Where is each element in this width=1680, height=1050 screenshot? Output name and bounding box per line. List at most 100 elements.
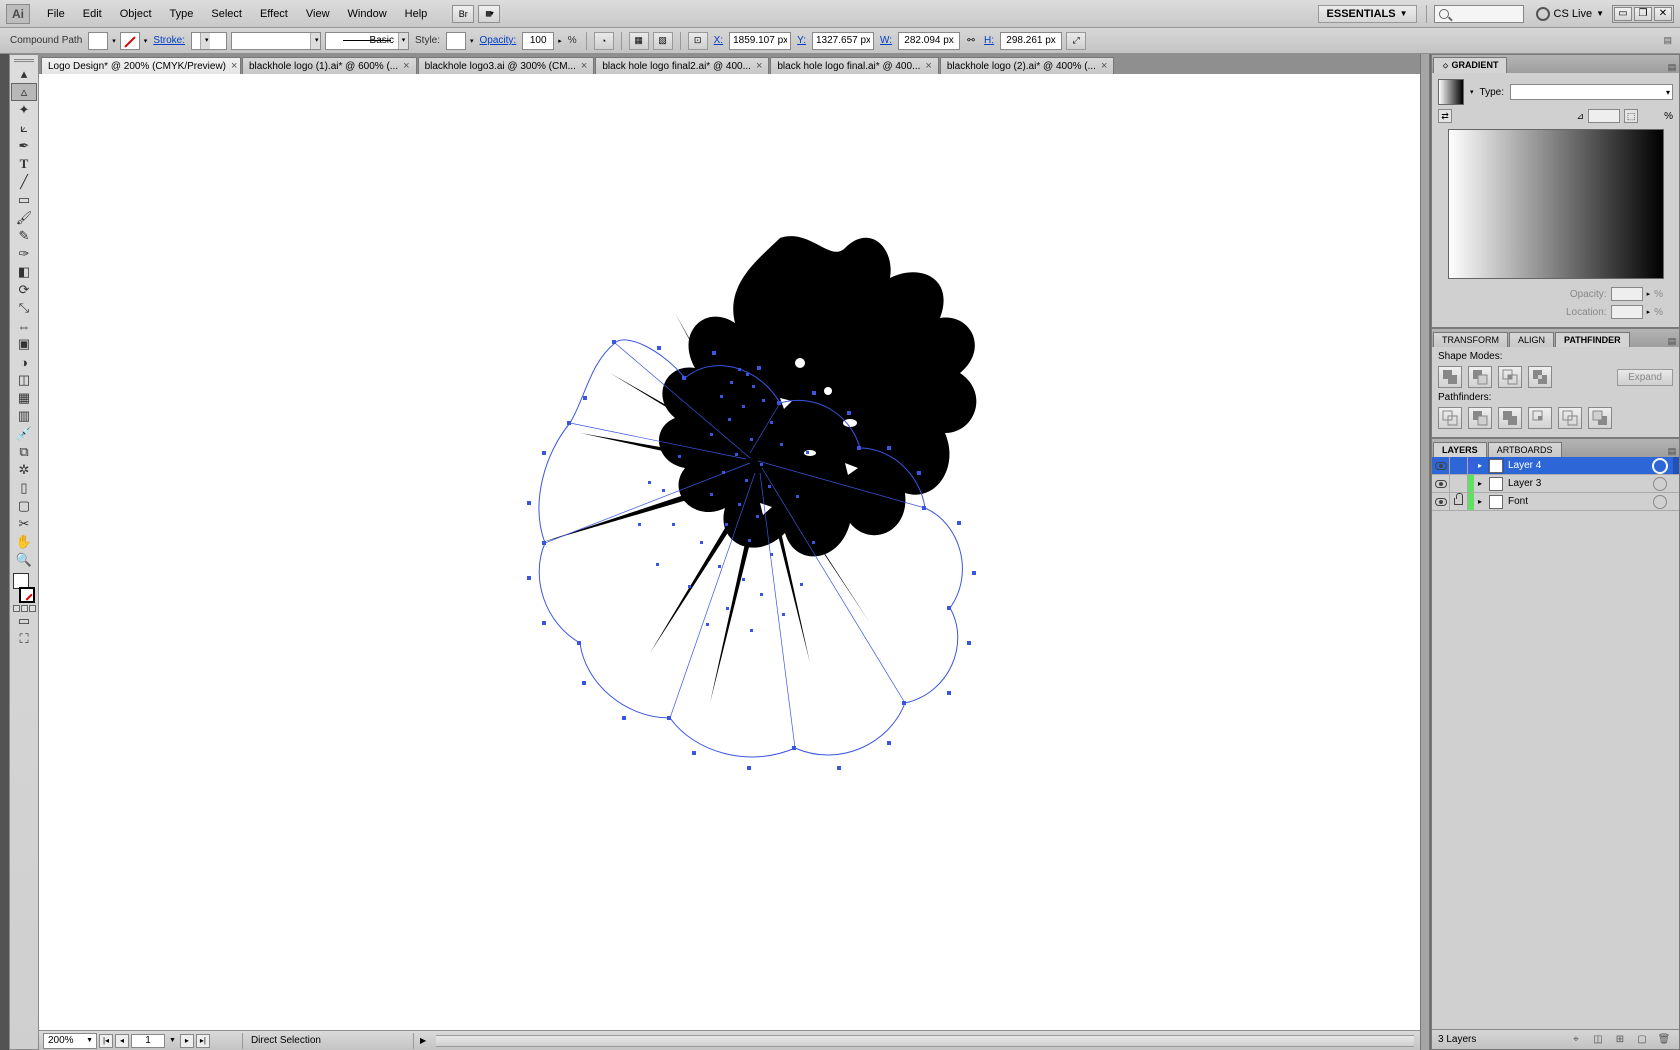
bridge-button[interactable]: Br <box>452 5 474 23</box>
opacity-input[interactable] <box>522 32 554 50</box>
gradient-angle-input[interactable] <box>1588 109 1620 123</box>
menu-window[interactable]: Window <box>339 4 396 24</box>
document-tab[interactable]: black hole logo final.ai* @ 400...× <box>770 57 938 74</box>
layer-row[interactable]: ▸ Layer 3 <box>1432 475 1679 493</box>
constrain-button[interactable]: ⤢ <box>1066 32 1086 50</box>
brush-definition[interactable]: Basic▾ <box>325 32 409 50</box>
w-input[interactable] <box>898 32 960 50</box>
tool-line[interactable]: ╱ <box>11 173 37 191</box>
layer-row[interactable]: ▸ Layer 4 <box>1432 457 1679 475</box>
draw-modes[interactable] <box>11 605 37 612</box>
frame-restore[interactable]: ❐ <box>1634 7 1652 21</box>
outline-button[interactable] <box>1558 407 1582 429</box>
crop-button[interactable] <box>1528 407 1552 429</box>
tool-pen[interactable]: ✒ <box>11 137 37 155</box>
h-input[interactable] <box>1000 32 1062 50</box>
fill-swatch[interactable] <box>88 32 108 50</box>
frame-close[interactable]: ✕ <box>1654 7 1672 21</box>
unite-button[interactable] <box>1438 366 1462 388</box>
minus-back-button[interactable] <box>1588 407 1612 429</box>
close-tab-icon[interactable]: × <box>403 60 409 72</box>
opacity-label[interactable]: Opacity: <box>478 35 519 46</box>
target-icon[interactable] <box>1653 495 1667 509</box>
pathfinder-tab[interactable]: PATHFINDER <box>1555 332 1630 347</box>
layer-thumbnail[interactable] <box>1489 495 1503 509</box>
zoom-level[interactable]: 200%▼ <box>43 1033 97 1049</box>
intersect-button[interactable] <box>1498 366 1522 388</box>
prev-artboard-button[interactable]: ◂ <box>115 1034 129 1048</box>
menu-file[interactable]: File <box>38 4 74 24</box>
close-tab-icon[interactable]: × <box>1101 60 1107 72</box>
close-tab-icon[interactable]: × <box>756 60 762 72</box>
y-label[interactable]: Y: <box>795 35 808 46</box>
transform-tab[interactable]: TRANSFORM <box>1433 332 1508 347</box>
tool-pencil[interactable]: ✎ <box>11 227 37 245</box>
gradient-type-select[interactable]: ▾ <box>1510 84 1673 100</box>
tool-type[interactable]: T <box>11 155 37 173</box>
tool-rotate[interactable]: ⟳ <box>11 281 37 299</box>
y-input[interactable] <box>812 32 874 50</box>
last-artboard-button[interactable]: ▸| <box>196 1034 210 1048</box>
canvas[interactable] <box>39 74 1420 1030</box>
tool-free-transform[interactable]: ▣ <box>11 335 37 353</box>
tool-magic-wand[interactable]: ✦ <box>11 101 37 119</box>
disclosure-icon[interactable]: ▸ <box>1474 497 1486 506</box>
tool-eraser[interactable]: ◧ <box>11 263 37 281</box>
tool-paintbrush[interactable]: 🖌 <box>11 209 37 227</box>
gradient-preview-swatch[interactable] <box>1438 79 1464 105</box>
menu-edit[interactable]: Edit <box>74 4 111 24</box>
cs-live-button[interactable]: CS Live▼ <box>1536 7 1604 21</box>
frame-minimize[interactable]: ▭ <box>1614 7 1632 21</box>
artwork[interactable] <box>450 223 1010 843</box>
menu-object[interactable]: Object <box>111 4 161 24</box>
next-artboard-button[interactable]: ▸ <box>180 1034 194 1048</box>
tool-perspective[interactable]: ◫ <box>11 371 37 389</box>
layer-row[interactable]: ▸ Font <box>1432 493 1679 511</box>
tool-zoom[interactable]: 🔍 <box>11 551 37 569</box>
w-label[interactable]: W: <box>878 35 894 46</box>
isolate-button[interactable]: ⊡ <box>688 32 708 50</box>
expand-button[interactable]: Expand <box>1617 369 1673 386</box>
left-dock-edge[interactable] <box>0 54 9 1050</box>
tool-width[interactable]: ⇔ <box>11 317 37 335</box>
align-panel-button[interactable]: ▦ <box>629 32 649 50</box>
tool-eyedropper[interactable]: 💉 <box>11 425 37 443</box>
workspace-switcher[interactable]: ESSENTIALS▼ <box>1318 5 1417 23</box>
tool-change-screen[interactable]: ⛶ <box>11 630 37 648</box>
menu-effect[interactable]: Effect <box>251 4 297 24</box>
document-tab[interactable]: black hole logo final2.ai* @ 400...× <box>595 57 769 74</box>
artboard-number-input[interactable] <box>131 1034 165 1048</box>
search-input[interactable] <box>1434 5 1524 23</box>
reverse-gradient-button[interactable]: ⇄ <box>1438 109 1452 123</box>
tool-lasso[interactable]: ⟀ <box>11 119 37 137</box>
document-tab[interactable]: blackhole logo (1).ai* @ 600% (...× <box>242 57 417 74</box>
gradient-opacity-input[interactable] <box>1611 287 1643 301</box>
variable-width-profile[interactable]: ▾ <box>231 32 321 50</box>
layer-thumbnail[interactable] <box>1489 477 1503 491</box>
trim-button[interactable] <box>1468 407 1492 429</box>
layer-thumbnail[interactable] <box>1489 459 1503 473</box>
tool-slice[interactable]: ✂ <box>11 515 37 533</box>
menu-help[interactable]: Help <box>396 4 437 24</box>
arrange-documents-button[interactable]: ▦▾ <box>478 5 500 23</box>
x-label[interactable]: X: <box>712 35 725 46</box>
status-menu-button[interactable]: ▶ <box>413 1033 432 1049</box>
aspect-ratio-button[interactable]: ⬚ <box>1624 109 1638 123</box>
target-icon[interactable] <box>1653 459 1667 473</box>
collapsed-dock-strip[interactable] <box>1420 54 1430 1050</box>
make-clipping-mask-button[interactable]: ◫ <box>1589 1032 1607 1048</box>
lock-toggle[interactable] <box>1450 457 1468 474</box>
divide-button[interactable] <box>1438 407 1462 429</box>
first-artboard-button[interactable]: |◂ <box>99 1034 113 1048</box>
document-tab[interactable]: blackhole logo (2).ai* @ 400% (...× <box>940 57 1115 74</box>
tool-column-graph[interactable]: ▯ <box>11 479 37 497</box>
panel-menu-icon[interactable]: ▤ <box>1665 336 1679 347</box>
tool-symbol-sprayer[interactable]: ✲ <box>11 461 37 479</box>
horizontal-scrollbar[interactable] <box>436 1035 1414 1047</box>
layer-name[interactable]: Font <box>1506 496 1653 507</box>
menu-type[interactable]: Type <box>161 4 203 24</box>
locate-object-button[interactable]: ⌖ <box>1567 1032 1585 1048</box>
gradient-location-input[interactable] <box>1611 305 1643 319</box>
tool-gradient[interactable]: ▥ <box>11 407 37 425</box>
gradient-ramp[interactable] <box>1448 129 1664 279</box>
